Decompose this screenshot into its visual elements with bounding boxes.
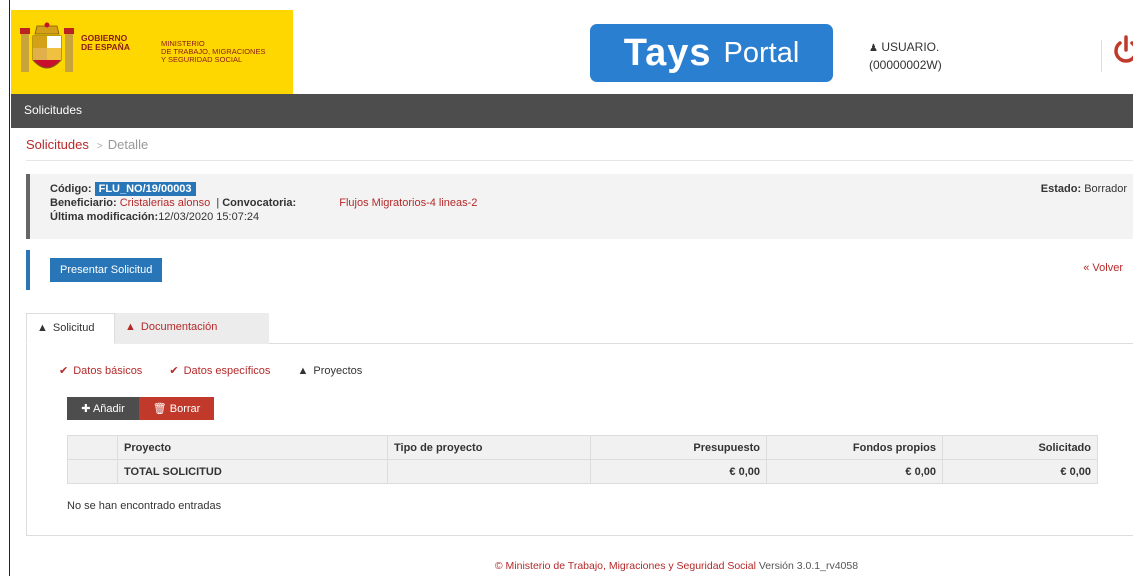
breadcrumb-link-solicitudes[interactable]: Solicitudes <box>26 137 89 152</box>
tab-solicitud-label: Solicitud <box>52 322 95 334</box>
table-header-row: Proyecto Tipo de proyecto Presupuesto Fo… <box>67 435 1098 460</box>
delete-button-label: Borrar <box>169 403 201 415</box>
government-label: GOBIERNO DE ESPAÑA <box>81 34 130 52</box>
trash-icon: 🗑 <box>152 403 167 415</box>
coat-of-arms-icon <box>20 22 74 72</box>
footer-version: Versión 3.0.1_rv4058 <box>758 560 859 572</box>
column-header-proyecto[interactable]: Proyecto <box>117 435 388 460</box>
header-divider <box>1101 40 1102 72</box>
ministry-label: MINISTERIO DE TRABAJO, MIGRACIONES Y SEG… <box>161 40 265 64</box>
convocatoria-label: Convocatoria: <box>222 197 297 209</box>
info-separator: | <box>216 197 220 209</box>
logo-bold-text: Tays <box>623 31 712 74</box>
total-label: TOTAL SOLICITUD <box>117 459 388 484</box>
request-summary-panel: Código: FLU_NO/19/00003 Beneficiario: Cr… <box>26 174 1133 239</box>
window-left-edge <box>0 0 10 576</box>
column-header-presupuesto[interactable]: Presupuesto <box>590 435 767 460</box>
column-header-fondos[interactable]: Fondos propios <box>766 435 943 460</box>
total-tipo <box>387 459 591 484</box>
tab-solicitud[interactable]: ▲ Solicitud <box>26 313 115 344</box>
total-solicitado: € 0,00 <box>942 459 1098 484</box>
user-id: (00000002W) <box>869 58 942 72</box>
tays-portal-logo[interactable]: Tays Portal <box>590 24 833 82</box>
total-presupuesto: € 0,00 <box>590 459 767 484</box>
section-nav: ✔ Datos básicos ✔ Datos específicos ▲ Proye… <box>59 364 386 377</box>
footer-copyright[interactable]: © Ministerio de Trabajo, Migraciones y S… <box>495 560 756 572</box>
check-icon: ✔ <box>59 365 69 377</box>
tab-documentacion-label: Documentación <box>140 321 218 333</box>
codigo-badge: FLU_NO/19/00003 <box>94 182 196 196</box>
codigo-label: Código: <box>50 183 92 195</box>
main-navbar: Solicitudes <box>11 94 1133 128</box>
tab-documentacion[interactable]: ▲ Documentación <box>115 313 269 344</box>
add-button[interactable]: ✚ Añadir <box>67 397 139 420</box>
action-bar: Presentar Solicitud « Volver <box>26 250 1133 290</box>
user-icon: ♟ <box>869 43 878 54</box>
warning-icon: ▲ <box>125 321 136 333</box>
gov-line-2: DE ESPAÑA <box>81 42 130 52</box>
back-link[interactable]: « Volver <box>1083 262 1123 274</box>
header: GOBIERNO DE ESPAÑA MINISTERIO DE TRABAJO… <box>11 10 1133 94</box>
section-datos-basicos[interactable]: ✔ Datos básicos <box>59 365 142 377</box>
warning-icon: ▲ <box>37 322 48 334</box>
user-label: USUARIO. <box>881 40 940 54</box>
government-logo-block: GOBIERNO DE ESPAÑA MINISTERIO DE TRABAJO… <box>11 10 293 94</box>
section-proyectos[interactable]: ▲ Proyectos <box>297 365 362 377</box>
section-datos-especificos-label: Datos específicos <box>183 365 271 377</box>
select-column-header <box>67 435 118 460</box>
modificacion-label: Última modificación: <box>50 211 159 223</box>
breadcrumb-divider <box>26 160 1133 161</box>
tab-content: ✔ Datos básicos ✔ Datos específicos ▲ Proye… <box>26 344 1133 536</box>
tab-bar: ▲ Solicitud ▲ Documentación <box>26 313 1133 344</box>
ministry-line-3: Y SEGURIDAD SOCIAL <box>161 55 243 64</box>
plus-icon: ✚ <box>81 403 91 415</box>
add-button-label: Añadir <box>92 403 125 415</box>
column-header-solicitado[interactable]: Solicitado <box>942 435 1098 460</box>
convocatoria-value: Flujos Migratorios-4 lineas-2 <box>339 197 478 209</box>
logo-light-text: Portal <box>723 36 800 69</box>
check-icon: ✔ <box>169 365 179 377</box>
section-proyectos-label: Proyectos <box>313 365 363 377</box>
present-request-button[interactable]: Presentar Solicitud <box>50 258 163 282</box>
power-icon[interactable] <box>1112 34 1133 66</box>
breadcrumb: Solicitudes > Detalle <box>26 137 148 152</box>
modificacion-value: 12/03/2020 15:07:24 <box>158 211 260 223</box>
breadcrumb-separator: > <box>96 141 103 152</box>
footer: © Ministerio de Trabajo, Migraciones y S… <box>0 560 1133 572</box>
table-row: TOTAL SOLICITUD € 0,00 € 0,00 € 0,00 <box>67 459 1098 484</box>
warning-icon: ▲ <box>297 365 309 377</box>
total-fondos: € 0,00 <box>766 459 943 484</box>
estado-label: Estado: <box>1040 183 1082 195</box>
beneficiario-label: Beneficiario: <box>50 197 117 209</box>
total-row-blank <box>67 459 118 484</box>
user-info[interactable]: ♟ USUARIO. (00000002W) <box>869 39 942 73</box>
window-top-edge <box>0 0 1133 10</box>
empty-table-message: No se han encontrado entradas <box>67 500 222 512</box>
nav-item-solicitudes[interactable]: Solicitudes <box>24 103 82 117</box>
delete-button[interactable]: 🗑 Borrar <box>139 397 214 420</box>
projects-table: Proyecto Tipo de proyecto Presupuesto Fo… <box>67 435 1098 484</box>
column-header-tipo[interactable]: Tipo de proyecto <box>387 435 591 460</box>
status-badge: Estado: Borrador <box>1041 182 1127 196</box>
estado-value: Borrador <box>1084 183 1127 195</box>
breadcrumb-current: Detalle <box>107 137 149 152</box>
section-datos-basicos-label: Datos básicos <box>73 365 143 377</box>
beneficiario-value: Cristalerias alonso <box>119 197 211 209</box>
section-datos-especificos[interactable]: ✔ Datos específicos <box>169 365 270 377</box>
